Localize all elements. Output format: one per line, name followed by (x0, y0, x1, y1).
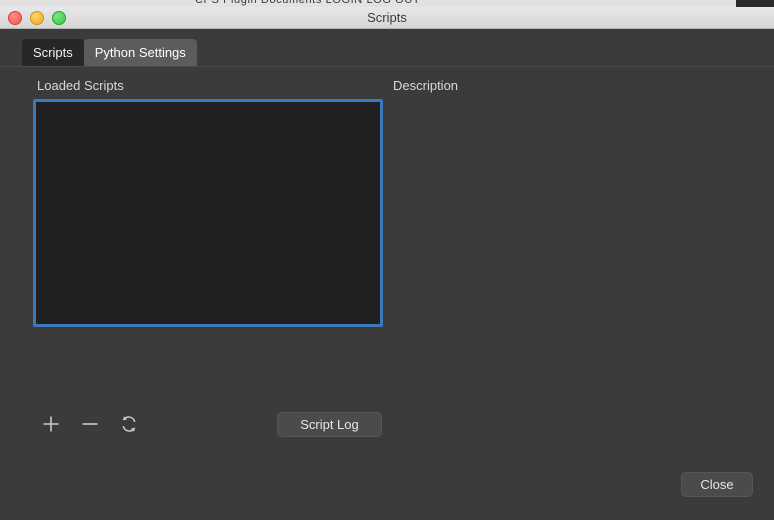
tab-underline (0, 66, 774, 67)
description-panel (393, 99, 743, 327)
tab-scripts[interactable]: Scripts (22, 39, 84, 66)
background-window-dark-edge (736, 0, 774, 7)
reload-scripts-button[interactable] (116, 411, 142, 437)
tab-python-settings[interactable]: Python Settings (83, 39, 197, 66)
scripts-window: CPS Plugin Documents LOGIN LOG OUT Scrip… (0, 0, 774, 520)
plus-icon (41, 414, 61, 434)
scripts-toolbar (38, 411, 142, 437)
loaded-scripts-list[interactable] (33, 99, 383, 327)
tab-bar: Scripts Python Settings (0, 39, 774, 67)
window-title: Scripts (367, 10, 407, 25)
background-window-sliver: CPS Plugin Documents LOGIN LOG OUT (0, 0, 774, 7)
refresh-icon (119, 414, 139, 434)
script-log-button[interactable]: Script Log (277, 412, 382, 437)
minus-icon (80, 414, 100, 434)
window-content: Scripts Python Settings Loaded Scripts D… (0, 29, 774, 520)
add-script-button[interactable] (38, 411, 64, 437)
loaded-scripts-label: Loaded Scripts (37, 78, 124, 93)
close-button[interactable]: Close (681, 472, 753, 497)
description-label: Description (393, 78, 459, 93)
loaded-scripts-empty-area[interactable] (36, 102, 380, 324)
background-window-text: CPS Plugin Documents LOGIN LOG OUT (195, 0, 421, 6)
remove-script-button[interactable] (77, 411, 103, 437)
window-titlebar[interactable]: Scripts (0, 7, 774, 29)
